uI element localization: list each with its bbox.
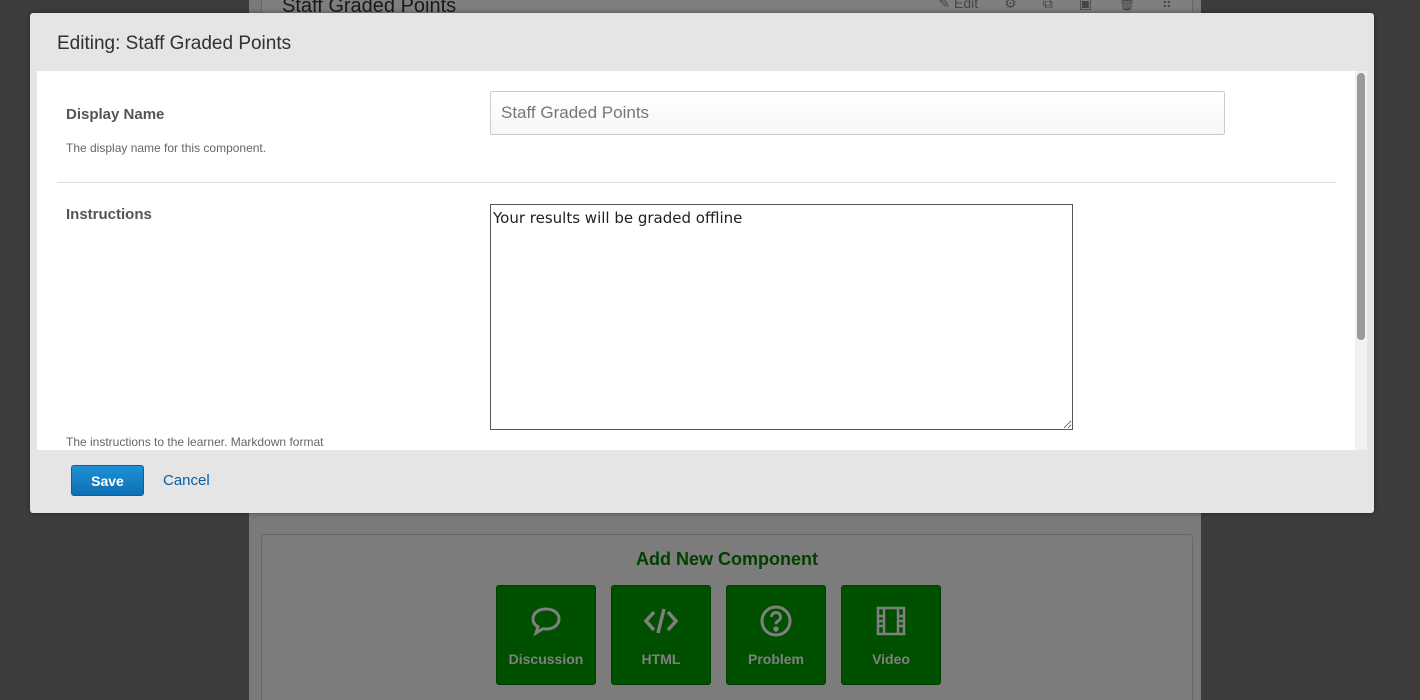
modal-footer: Save Cancel — [30, 450, 1374, 513]
cancel-button[interactable]: Cancel — [163, 472, 210, 489]
edit-modal: Editing: Staff Graded Points Display Nam… — [30, 13, 1374, 513]
display-name-row: Display Name The display name for this c… — [57, 71, 1336, 183]
instructions-row: Instructions Your results will be graded… — [57, 184, 1336, 450]
save-button[interactable]: Save — [71, 465, 144, 496]
modal-title: Editing: Staff Graded Points — [57, 33, 292, 54]
modal-body: Display Name The display name for this c… — [37, 71, 1367, 450]
display-name-label: Display Name — [66, 106, 165, 123]
modal-header: Editing: Staff Graded Points — [30, 13, 1374, 71]
scrollbar-thumb[interactable] — [1357, 73, 1365, 340]
instructions-help: The instructions to the learner. Markdow… — [66, 435, 324, 449]
modal-scrollbar[interactable] — [1355, 71, 1367, 450]
display-name-input[interactable] — [490, 91, 1225, 135]
instructions-label: Instructions — [66, 206, 152, 223]
instructions-textarea[interactable]: Your results will be graded offline — [490, 204, 1073, 430]
display-name-help: The display name for this component. — [66, 141, 267, 155]
